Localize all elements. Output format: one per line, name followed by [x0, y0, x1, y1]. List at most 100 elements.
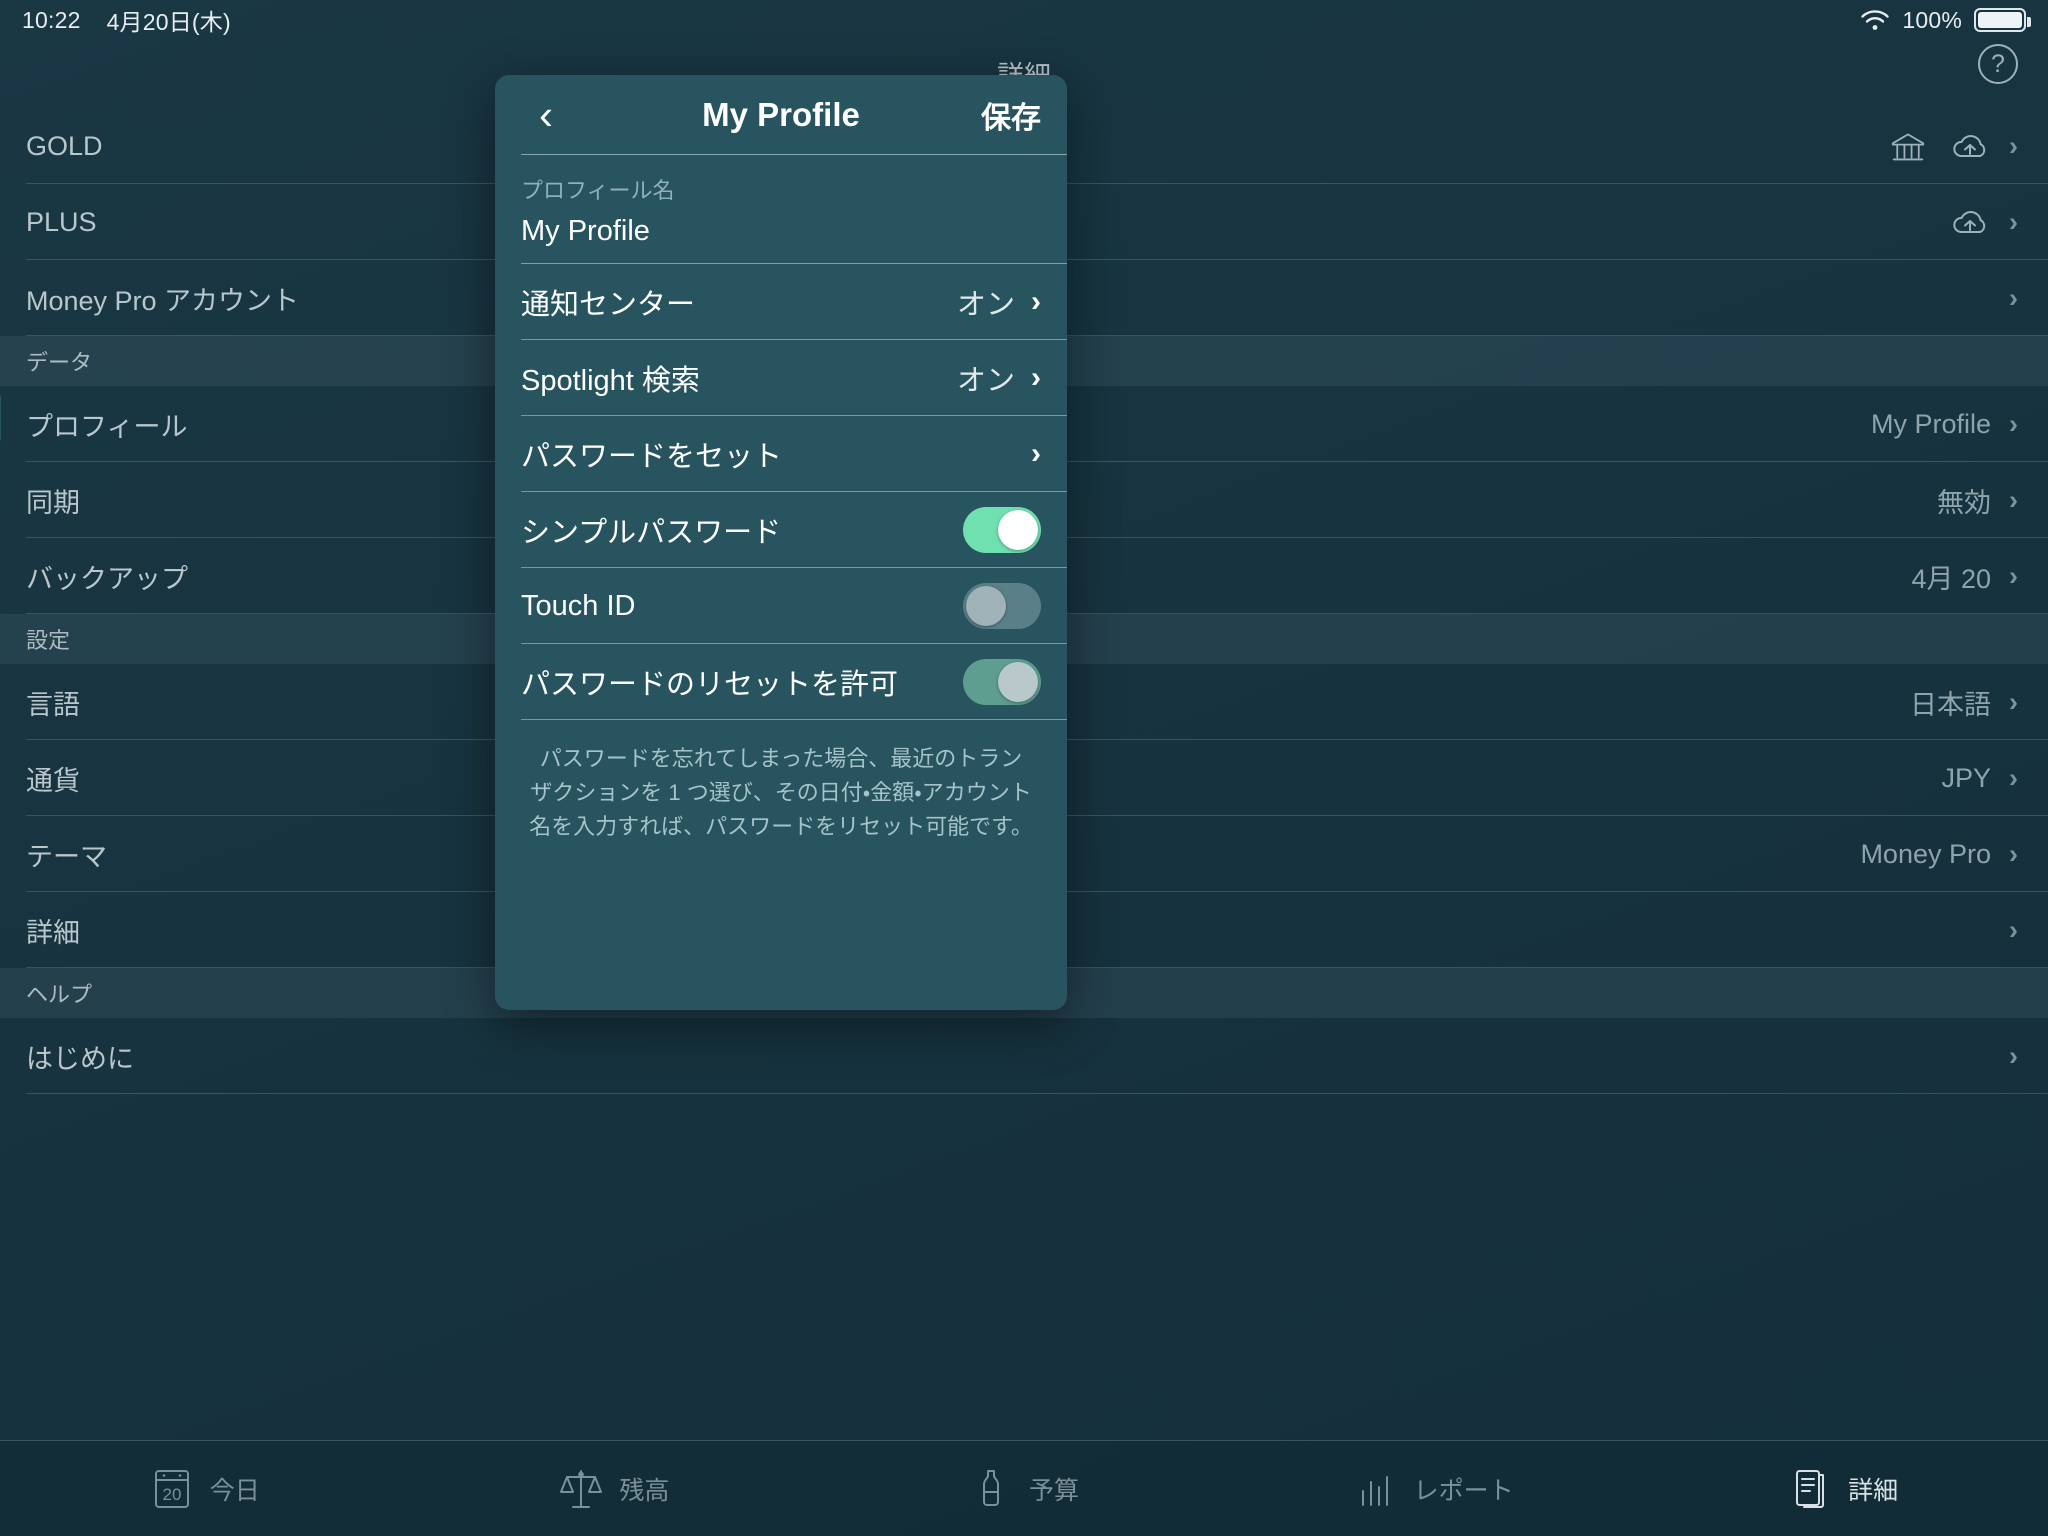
settings-row-label: PLUS — [26, 206, 97, 237]
document-icon — [1788, 1465, 1832, 1513]
svg-text:20: 20 — [162, 1485, 181, 1504]
popover-rows: 通知センター オン › Spotlight 検索 オン › パスワードをセット › シンプルパス… — [495, 264, 1067, 720]
tab-label: 残高 — [619, 1476, 670, 1505]
settings-row-right: › — [1949, 205, 2018, 239]
status-time: 10:22 — [22, 6, 81, 33]
popover-row-right: オン › — [957, 281, 1041, 323]
popover-row-right — [963, 659, 1041, 705]
settings-row-icons — [1887, 129, 1991, 163]
settings-row[interactable]: はじめに › — [0, 1018, 2048, 1094]
profile-name-input[interactable] — [521, 215, 1041, 248]
settings-row-right: My Profile › — [1871, 409, 2018, 440]
chevron-right-icon: › — [2009, 838, 2018, 869]
settings-row-right: 日本語 › — [1910, 683, 2018, 722]
popover-row-right: › — [1031, 439, 1041, 469]
popover-row-right — [963, 507, 1041, 553]
back-icon[interactable]: ‹ — [521, 90, 571, 140]
popover-row-label: Spotlight 検索 — [521, 365, 700, 397]
toggle-switch[interactable] — [963, 659, 1041, 705]
popover-row-right — [963, 583, 1041, 629]
popover-row-label: 通知センター — [521, 289, 696, 321]
settings-row-value: My Profile — [1870, 408, 1991, 439]
settings-row-value: 日本語 — [1910, 689, 1991, 720]
profile-popover: ‹ My Profile 保存 プロフィール名 通知センターオン›Spotlig… — [495, 75, 1067, 1010]
chevron-right-icon: › — [2009, 282, 2018, 313]
popover-row-label: パスワードのリセットを許可 — [521, 669, 899, 701]
tab-4[interactable]: レポート — [1229, 1465, 1639, 1513]
tab-5[interactable]: 詳細 — [1638, 1465, 2048, 1513]
popover-row-value: オン — [956, 289, 1015, 321]
popover-row[interactable]: パスワードのリセットを許可 — [495, 644, 1067, 720]
tab-label: 予算 — [1028, 1476, 1079, 1505]
settings-row-value: Money Pro — [1860, 838, 1991, 869]
help-icon[interactable]: ? — [1978, 44, 2018, 84]
settings-group-label: 設定 — [26, 628, 71, 653]
popover-row-label: シンプルパスワード — [521, 517, 782, 549]
calendar-20-icon: 20 — [150, 1465, 194, 1513]
status-bar: 10:22 4月20日(木) 100% — [0, 0, 2048, 40]
settings-row-label: テーマ — [26, 841, 107, 872]
settings-row-icons — [1949, 205, 1991, 239]
popover-row[interactable]: シンプルパスワード — [495, 492, 1067, 568]
popover-row[interactable]: Spotlight 検索 オン › — [495, 340, 1067, 416]
popover-row-label: パスワードをセット — [521, 441, 783, 473]
toggle-knob — [998, 510, 1038, 550]
settings-row-label: 詳細 — [26, 917, 80, 948]
chevron-right-icon: › — [1031, 437, 1041, 470]
chevron-right-icon: › — [1031, 285, 1041, 318]
chevron-right-icon: › — [2009, 914, 2018, 945]
bottle-icon — [969, 1465, 1013, 1513]
bar-chart-icon — [1354, 1465, 1398, 1513]
chevron-right-icon: › — [2009, 408, 2018, 439]
cloud-sync-icon — [1949, 205, 1991, 239]
app-root: 10:22 4月20日(木) 100% 詳細 ? GOLD›PLUS›Money… — [0, 0, 2048, 1536]
status-bar-right: 100% — [1860, 7, 2031, 34]
settings-row-value: JPY — [1941, 762, 1991, 793]
popover-arrow — [0, 395, 1, 441]
profile-name-field: プロフィール名 — [495, 155, 1067, 264]
save-button[interactable]: 保存 — [981, 93, 1041, 137]
tab-label: 今日 — [209, 1476, 260, 1505]
popover-row[interactable]: パスワードをセット › — [495, 416, 1067, 492]
settings-row-right: › — [2009, 1040, 2018, 1071]
settings-row-label: プロフィール — [26, 411, 188, 442]
chevron-right-icon: › — [2009, 130, 2018, 161]
toggle-switch[interactable] — [963, 507, 1041, 553]
wifi-icon — [1860, 9, 1890, 31]
popover-header: ‹ My Profile 保存 — [495, 75, 1067, 155]
popover-row-label: Touch ID — [521, 589, 636, 622]
tab-label: レポート — [1413, 1476, 1514, 1505]
settings-row-label: 言語 — [26, 689, 80, 720]
popover-row[interactable]: Touch ID — [495, 568, 1067, 644]
tab-3[interactable]: 予算 — [819, 1465, 1229, 1513]
cloud-sync-icon — [1949, 129, 1991, 163]
battery-full-icon — [1974, 8, 2031, 32]
settings-row-label: GOLD — [26, 130, 103, 161]
popover-row[interactable]: 通知センター オン › — [495, 264, 1067, 340]
settings-row-right: › — [2009, 914, 2018, 945]
tab-bar: 20 今日 残高 予算 レポート 詳細 — [0, 1440, 2048, 1536]
settings-row-right: JPY › — [1941, 763, 2018, 794]
scales-icon — [559, 1465, 603, 1513]
chevron-right-icon: › — [2009, 1040, 2018, 1071]
settings-row-right: › — [2009, 282, 2018, 313]
settings-row-label: 同期 — [26, 487, 80, 518]
chevron-right-icon: › — [2009, 686, 2018, 717]
settings-row-right: 4月 20 › — [1911, 557, 2018, 596]
tab-2[interactable]: 残高 — [410, 1465, 820, 1513]
chevron-right-icon: › — [2009, 206, 2018, 237]
settings-row-right: 無効 › — [1937, 481, 2018, 520]
chevron-right-icon: › — [2009, 484, 2018, 515]
settings-row-right: Money Pro › — [1860, 839, 2018, 870]
settings-row-right: › — [1887, 129, 2018, 163]
status-date: 4月20日(木) — [106, 9, 231, 35]
bank-icon — [1887, 129, 1929, 163]
toggle-switch[interactable] — [963, 583, 1041, 629]
settings-group-label: データ — [26, 350, 93, 375]
tab-1[interactable]: 20 今日 — [0, 1465, 410, 1513]
settings-row-value: 4月 20 — [1911, 563, 1991, 594]
settings-row-label: Money Pro アカウント — [26, 285, 300, 316]
settings-row-label: はじめに — [26, 1043, 134, 1074]
popover-row-value: オン — [956, 365, 1015, 397]
settings-group-label: ヘルプ — [26, 982, 93, 1007]
